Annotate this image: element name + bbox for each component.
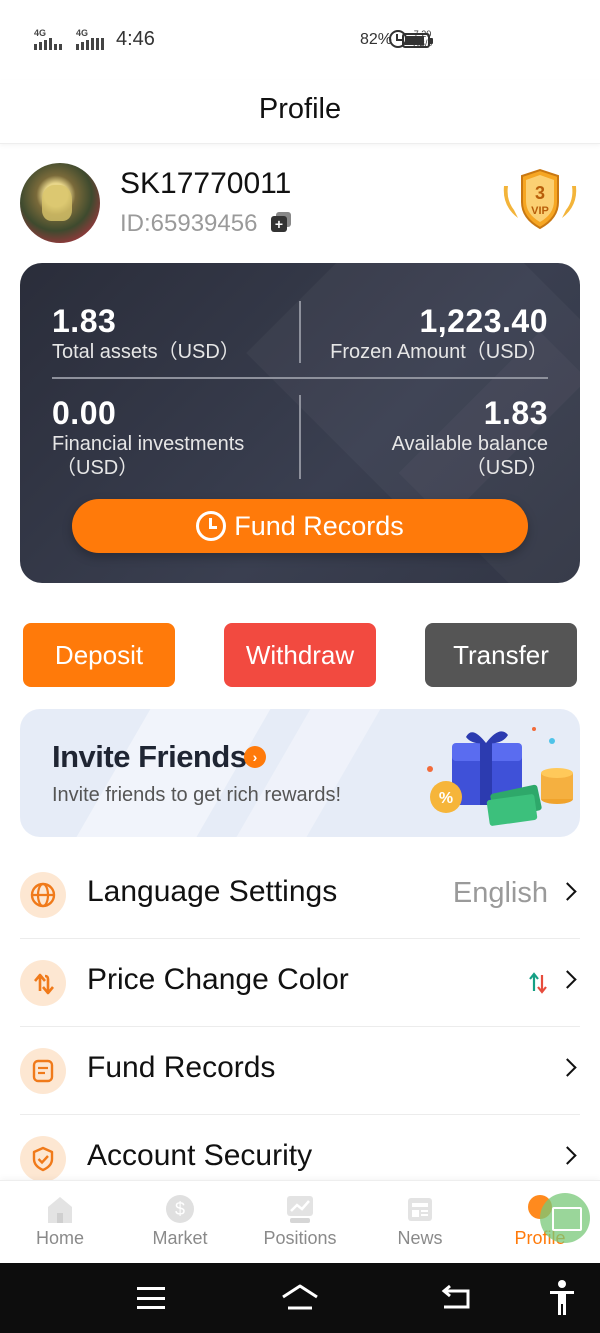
- menu-item-account-security[interactable]: Account Security: [20, 1115, 580, 1181]
- fund-records-button-label: Fund Records: [234, 510, 404, 541]
- arrow-right-icon: ›: [244, 746, 266, 768]
- frozen-amount: 1,223.40 Frozen Amount（USD）: [330, 303, 548, 364]
- bottom-tab-bar: Home $ Market Positions News Profile: [0, 1180, 600, 1263]
- status-left: 4G 4G 4:46: [34, 28, 155, 51]
- signal-icon-2: 4G: [76, 27, 104, 50]
- menu-item-label: Price Change Color: [87, 963, 349, 996]
- svg-text:$: $: [175, 1199, 185, 1219]
- chevron-right-icon: [558, 1058, 577, 1077]
- tab-home[interactable]: Home: [0, 1181, 120, 1264]
- battery-icon: [402, 33, 433, 48]
- chevron-right-icon: [558, 970, 577, 989]
- clock-icon: [196, 511, 227, 541]
- assets-card: 1.83 Total assets（USD） 1,223.40 Frozen A…: [20, 263, 580, 583]
- svg-text:%: %: [439, 790, 453, 807]
- status-time: 4:46: [116, 28, 155, 50]
- menu-item-label: Language Settings: [87, 875, 338, 908]
- globe-icon: [20, 872, 66, 918]
- title-bar: Profile: [0, 80, 600, 144]
- network-type-label-2: 4G: [76, 27, 89, 38]
- status-bar: 4G 4G 4:46 7.20 KB/s 82%: [0, 0, 600, 80]
- financial-investments: 0.00 Financial investments （USD）: [52, 395, 244, 480]
- menu-item-label: Account Security: [87, 1139, 313, 1172]
- total-assets-label: Total assets（USD）: [52, 341, 240, 363]
- available-balance-value: 1.83: [483, 395, 548, 431]
- username: SK17770011: [120, 167, 292, 200]
- deposit-button[interactable]: Deposit: [23, 623, 175, 687]
- avatar[interactable]: [20, 163, 100, 243]
- system-navigation-bar: [0, 1263, 600, 1333]
- financial-investments-label: Financial investments: [52, 433, 245, 455]
- available-balance-unit: （USD）: [465, 457, 548, 479]
- menu-item-fund-records[interactable]: Fund Records: [20, 1027, 580, 1115]
- document-icon: [20, 1048, 66, 1094]
- tab-label: Market: [152, 1228, 208, 1248]
- invite-title: Invite Friends: [52, 739, 247, 774]
- floating-reader-icon[interactable]: [540, 1193, 590, 1243]
- divider-horizontal: [52, 377, 548, 379]
- user-id: ID:65939456: [120, 210, 258, 237]
- financial-investments-unit: （USD）: [56, 457, 139, 479]
- signal-icon: 4G: [34, 27, 62, 50]
- tab-label: News: [397, 1228, 443, 1248]
- shield-check-icon: [20, 1136, 66, 1181]
- invite-friends-banner[interactable]: Invite Friends › Invite friends to get r…: [20, 709, 580, 837]
- financial-investments-value: 0.00: [52, 395, 117, 431]
- page-title: Profile: [258, 93, 342, 125]
- chevron-right-icon: [558, 882, 577, 901]
- invite-subtitle: Invite friends to get rich rewards!: [52, 784, 342, 806]
- tab-positions[interactable]: Positions: [240, 1181, 360, 1264]
- accessibility-icon[interactable]: [548, 1279, 576, 1317]
- divider-vertical-2: [299, 395, 301, 479]
- newspaper-icon: [408, 1198, 432, 1221]
- home-icon: [48, 1197, 72, 1223]
- chart-icon: [287, 1196, 313, 1223]
- withdraw-button[interactable]: Withdraw: [224, 623, 376, 687]
- tab-label: Home: [35, 1228, 84, 1248]
- available-balance-label: Available balance: [391, 433, 548, 455]
- vip-level: 3: [535, 183, 545, 203]
- menu-item-price-change-color[interactable]: Price Change Color: [20, 939, 580, 1027]
- transfer-button[interactable]: Transfer: [425, 623, 577, 687]
- network-type-label: 4G: [34, 27, 47, 38]
- dollar-coin-icon: $: [166, 1195, 194, 1223]
- available-balance: 1.83 Available balance （USD）: [392, 395, 548, 480]
- vip-label: VIP: [531, 205, 549, 217]
- up-down-color-icon: [529, 972, 547, 994]
- tab-news[interactable]: News: [360, 1181, 480, 1264]
- frozen-amount-label: Frozen Amount（USD）: [330, 341, 548, 363]
- battery-percent: 82%: [360, 31, 393, 48]
- frozen-amount-value: 1,223.40: [419, 303, 548, 339]
- copy-icon[interactable]: +: [271, 212, 291, 232]
- language-value: English: [452, 877, 548, 909]
- total-assets-value: 1.83: [52, 303, 117, 339]
- vip-badge-icon[interactable]: 3 VIP: [500, 166, 580, 234]
- total-assets: 1.83 Total assets（USD）: [52, 303, 240, 364]
- home-button-icon[interactable]: [280, 1283, 320, 1313]
- menu-item-label: Fund Records: [87, 1051, 276, 1084]
- gift-rewards-icon: %: [427, 727, 573, 826]
- chevron-right-icon: [558, 1146, 577, 1165]
- menu-icon[interactable]: [137, 1287, 165, 1309]
- exchange-arrows-icon: [20, 960, 66, 1006]
- divider-vertical: [299, 301, 301, 363]
- back-icon[interactable]: [440, 1283, 474, 1313]
- tab-label: Positions: [263, 1228, 337, 1248]
- menu-item-language-settings[interactable]: Language Settings English: [20, 851, 580, 939]
- fund-records-button[interactable]: Fund Records: [72, 499, 528, 553]
- tab-market[interactable]: $ Market: [120, 1181, 240, 1264]
